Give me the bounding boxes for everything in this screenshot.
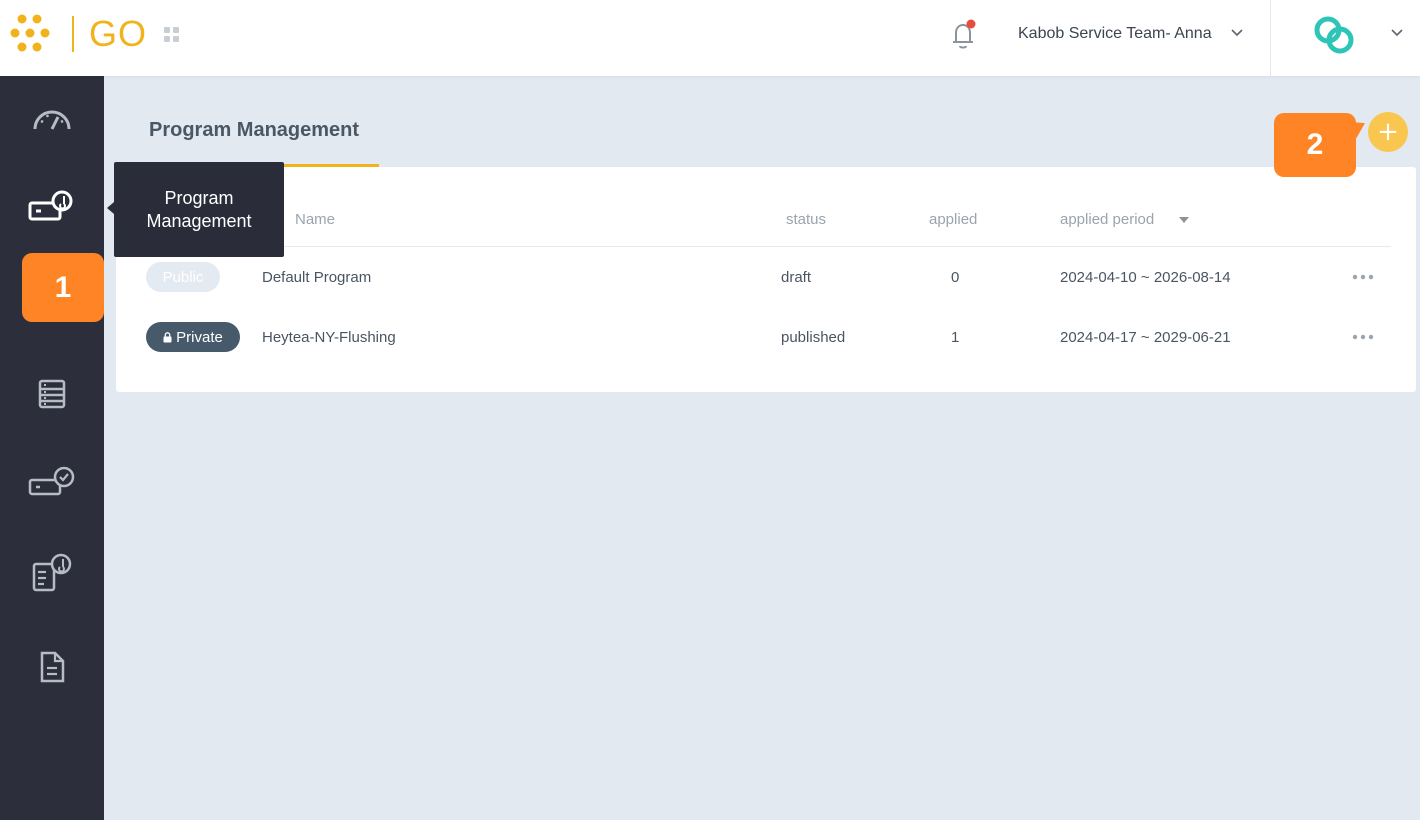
sidebar-item-list[interactable] [0,359,104,429]
program-name[interactable]: Default Program [262,269,371,286]
chevron-down-icon[interactable] [1390,28,1404,38]
sidebar-item-dashboard[interactable] [0,84,104,154]
sidebar-tooltip: Program Management [114,162,284,257]
column-header-applied-period[interactable]: applied period [1060,211,1154,228]
visibility-badge-public: Public [146,262,220,292]
document-icon [40,651,65,683]
dashboard-gauge-icon [33,110,71,130]
tooltip-arrow [107,202,114,214]
visibility-badge-private: Private [146,322,240,352]
program-applied-period: 2024-04-10 ~ 2026-08-14 [1060,269,1231,286]
header-divider-line [146,246,1391,247]
go-logo-dots-icon [10,14,50,52]
more-options-icon[interactable] [1352,334,1374,340]
program-name[interactable]: Heytea-NY-Flushing [262,329,396,346]
page-title[interactable]: Program Management [149,119,359,142]
step-badge-1: 1 [22,253,104,322]
top-bar: GO Kabob Service Team- Anna [0,0,1420,76]
sidebar-item-document[interactable] [0,632,104,702]
tooltip-line: Management [146,210,252,231]
program-status: draft [781,269,812,286]
step-badge-2: 2 [1274,113,1356,177]
brand-logo-icon[interactable] [1310,12,1360,58]
program-applied-period: 2024-04-17 ~ 2029-06-21 [1060,329,1231,346]
logo-divider [72,16,74,52]
sort-caret-down-icon[interactable] [1179,217,1189,223]
notification-bell-icon[interactable] [948,18,978,52]
sidebar [0,76,104,820]
document-ticket-icon [32,553,72,592]
tooltip-line: Program [164,187,234,208]
column-header-name: Name [295,211,336,228]
team-name[interactable]: Kabob Service Team- Anna [1018,25,1212,43]
ticket-check-icon [28,466,75,496]
logo-text: GO [89,13,148,54]
badge-label: Private [176,328,223,346]
more-options-icon[interactable] [1352,274,1374,280]
add-program-button[interactable]: + [1368,112,1408,152]
column-header-applied: applied [929,211,978,228]
sidebar-item-ticket-check[interactable] [0,449,104,519]
list-table-icon [38,379,66,409]
program-status: published [781,329,846,346]
column-header-status: status [786,211,827,228]
chevron-down-icon[interactable] [1230,28,1244,38]
program-applied-count: 1 [951,329,960,346]
lock-icon [163,331,172,342]
header-divider [1270,0,1271,76]
program-table-card: Name status applied applied period Publi… [116,167,1416,392]
apps-grid-icon[interactable] [163,26,181,44]
program-ticket-icon [28,190,73,221]
sidebar-item-program-management[interactable] [0,174,104,244]
sidebar-item-document-ticket[interactable] [0,539,104,609]
program-applied-count: 0 [951,269,960,286]
